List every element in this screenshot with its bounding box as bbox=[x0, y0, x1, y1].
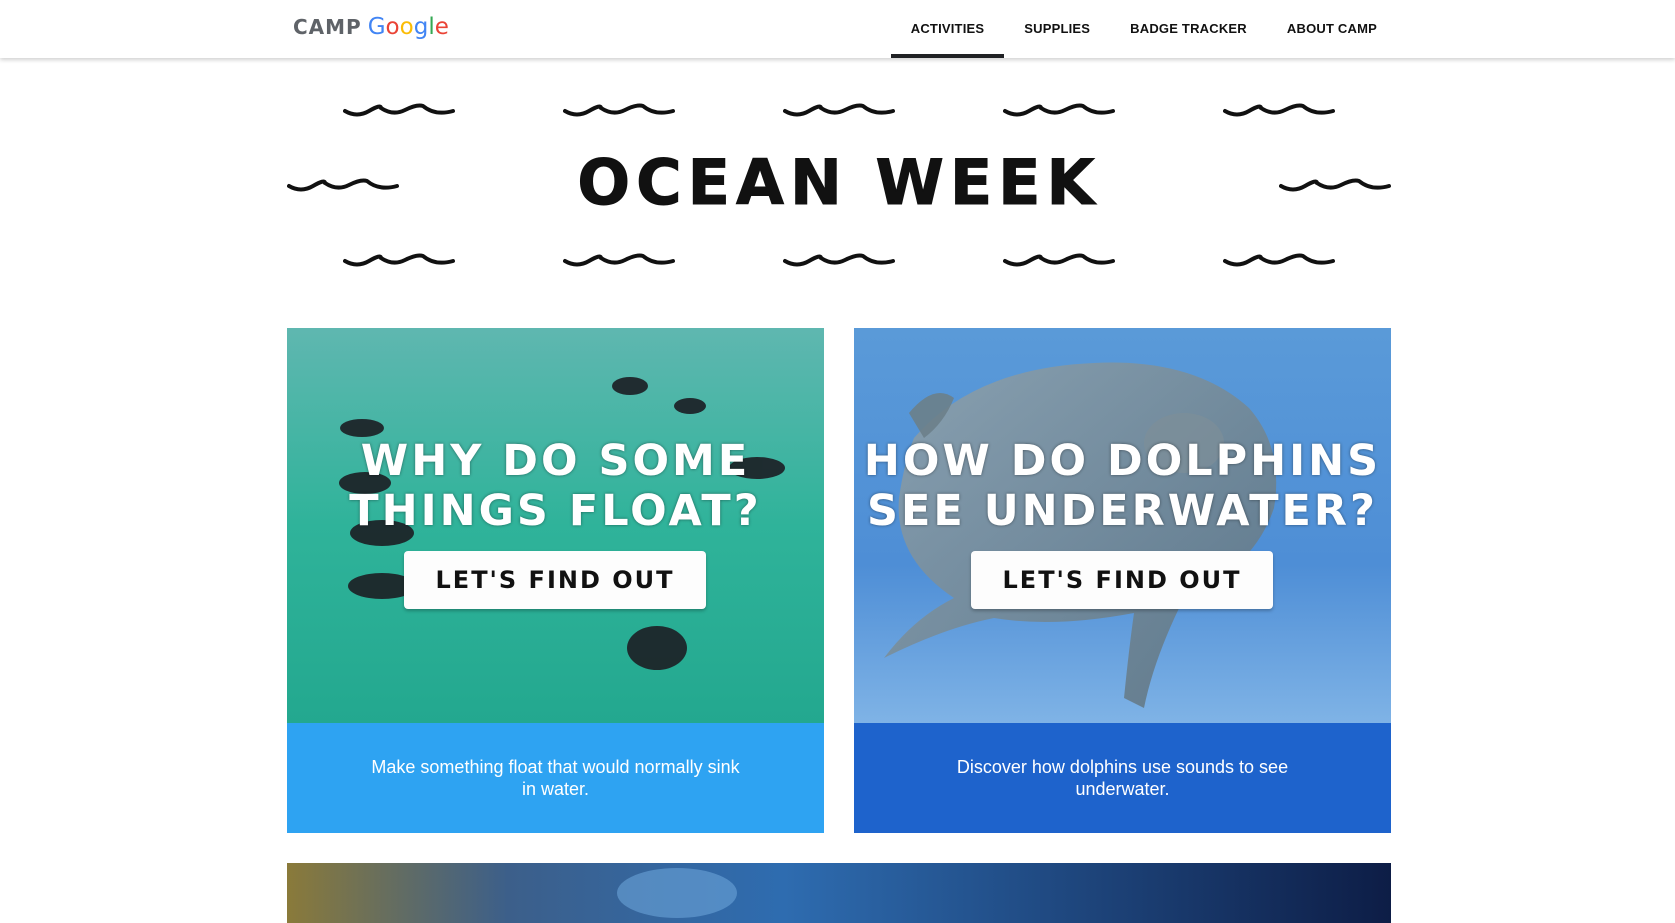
top-nav: CAMP Google ACTIVITIES SUPPLIES BADGE TRA… bbox=[0, 0, 1675, 58]
activity-card-partial[interactable] bbox=[287, 863, 1391, 923]
wave-decoration bbox=[783, 103, 895, 117]
card-description: Discover how dolphins use sounds to see … bbox=[956, 757, 1289, 799]
card-image-penguins: WHY DO SOME THINGS FLOAT? LET'S FIND OUT bbox=[287, 328, 824, 723]
wave-decoration bbox=[343, 253, 455, 267]
card-description: Make something float that would normally… bbox=[371, 757, 740, 799]
underwater-image bbox=[287, 863, 1391, 923]
lets-find-out-button[interactable]: LET'S FIND OUT bbox=[404, 551, 706, 609]
wave-decoration bbox=[563, 103, 675, 117]
nav-item-supplies[interactable]: SUPPLIES bbox=[1004, 0, 1110, 58]
card-question: HOW DO DOLPHINS SEE UNDERWATER? bbox=[863, 436, 1382, 536]
wave-decoration bbox=[1003, 253, 1115, 267]
activity-card-dolphins[interactable]: HOW DO DOLPHINS SEE UNDERWATER? LET'S FI… bbox=[854, 328, 1391, 833]
activity-card-float[interactable]: WHY DO SOME THINGS FLOAT? LET'S FIND OUT… bbox=[287, 328, 824, 833]
wave-decoration bbox=[563, 253, 675, 267]
wave-decoration bbox=[1223, 253, 1335, 267]
hero-banner: OCEAN WEEK bbox=[287, 58, 1391, 308]
nav-menu: ACTIVITIES SUPPLIES BADGE TRACKER ABOUT … bbox=[890, 0, 1397, 58]
card-footer: Discover how dolphins use sounds to see … bbox=[854, 723, 1391, 833]
nav-item-about-camp[interactable]: ABOUT CAMP bbox=[1267, 0, 1397, 58]
wave-decoration bbox=[1223, 103, 1335, 117]
card-question: WHY DO SOME THINGS FLOAT? bbox=[349, 436, 762, 536]
nav-item-activities[interactable]: ACTIVITIES bbox=[890, 0, 1005, 58]
wave-decoration bbox=[1003, 103, 1115, 117]
card-footer: Make something float that would normally… bbox=[287, 723, 824, 833]
wave-decoration bbox=[783, 253, 895, 267]
nav-item-badge-tracker[interactable]: BADGE TRACKER bbox=[1110, 0, 1267, 58]
wave-decoration bbox=[343, 103, 455, 117]
card-image-dolphin: HOW DO DOLPHINS SEE UNDERWATER? LET'S FI… bbox=[854, 328, 1391, 723]
lets-find-out-button[interactable]: LET'S FIND OUT bbox=[971, 551, 1273, 609]
page-title: OCEAN WEEK bbox=[577, 146, 1101, 220]
camp-google-logo[interactable]: CAMP Google bbox=[293, 14, 449, 40]
logo-camp-text: CAMP bbox=[293, 15, 362, 39]
